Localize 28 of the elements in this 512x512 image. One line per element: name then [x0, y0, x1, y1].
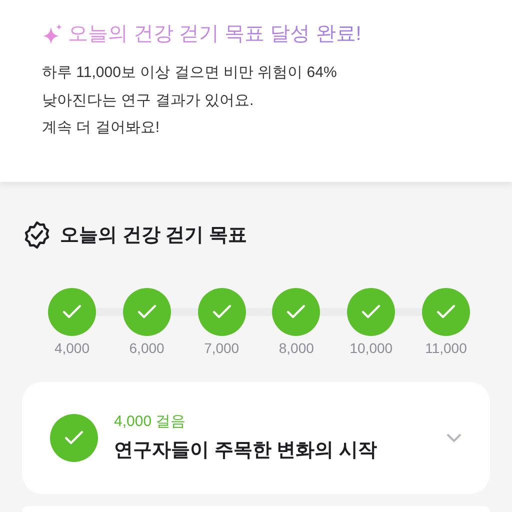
- banner-text: 계속 더 걸어봐요!: [42, 118, 161, 138]
- check-icon: [136, 304, 157, 319]
- milestone-card[interactable]: 4,000 걸음 연구자들이 주목한 변화의 시작: [22, 382, 490, 494]
- card-title: 연구자들이 주목한 변화의 시작: [114, 439, 378, 463]
- banner-text: 하루 11,000보 이상 걸으면 비만 위험이 64%: [42, 63, 338, 83]
- check-icon: [64, 430, 84, 445]
- progress-connector: [395, 308, 422, 316]
- check-icon: [361, 304, 382, 319]
- milestone-label: 10,000: [350, 340, 393, 356]
- banner-text: 낮아진다는 연구 결과가 있어요.: [42, 90, 255, 110]
- milestone-label: 6,000: [129, 340, 164, 356]
- check-icon: [286, 304, 306, 319]
- check-icon: [436, 304, 456, 319]
- check-icon: [212, 304, 232, 319]
- progress-connector: [246, 308, 272, 316]
- milestone-label: 11,000: [425, 340, 467, 356]
- progress-connector: [320, 308, 348, 316]
- check-icon: [62, 304, 82, 319]
- verified-badge-icon: [22, 220, 52, 250]
- milestone-label: 7,000: [204, 340, 240, 356]
- sparkle-icon: [42, 22, 64, 44]
- chevron-icon[interactable]: [446, 432, 462, 442]
- milestone-label: 8,000: [278, 340, 314, 356]
- progress-connector: [170, 308, 198, 316]
- progress-connector: [96, 308, 123, 316]
- milestone-label: 4,000: [54, 340, 90, 356]
- step-count: 4,000 걸음: [114, 412, 187, 431]
- section-title: 오늘의 건강 걷기 목표: [60, 224, 247, 248]
